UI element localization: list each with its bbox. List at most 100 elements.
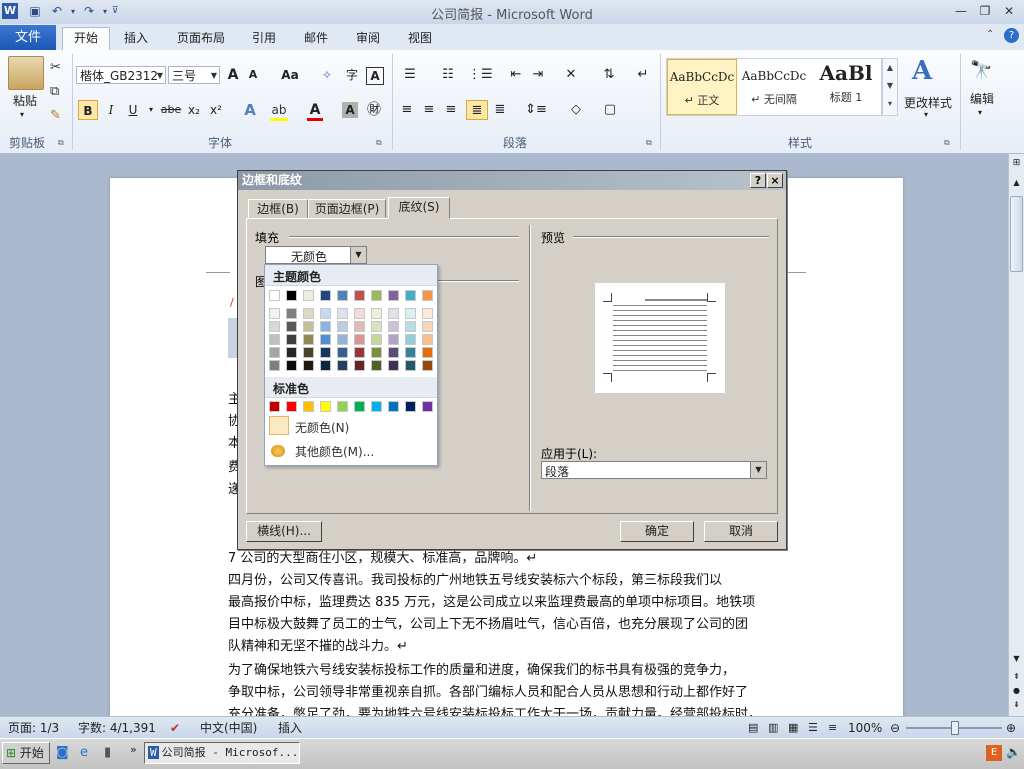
theme-shade-swatch[interactable] (303, 347, 314, 358)
bullets-icon[interactable]: ☰ (398, 65, 422, 85)
taskbar-word-task[interactable]: W 公司简报 - Microsof... (144, 742, 300, 764)
fill-color-dropdown[interactable]: 无颜色 ▼ (265, 246, 367, 264)
tab-shading[interactable]: 底纹(S) (388, 197, 450, 219)
theme-shade-swatch[interactable] (286, 334, 297, 345)
zoom-out-icon[interactable]: ⊖ (890, 720, 900, 736)
word-count[interactable]: 字数: 4/1,391 (78, 720, 156, 736)
ok-button[interactable]: 确定 (620, 521, 694, 542)
decrease-indent-icon[interactable]: ⇤ (506, 65, 526, 85)
standard-color-swatch[interactable] (286, 401, 297, 412)
theme-shade-swatch[interactable] (354, 308, 365, 319)
scroll-up-icon[interactable]: ▲ (1010, 178, 1023, 192)
theme-shade-swatch[interactable] (286, 360, 297, 371)
no-color-option[interactable]: 无颜色(N) (295, 419, 349, 436)
theme-shade-swatch[interactable] (422, 334, 433, 345)
numbering-icon[interactable]: ☷ (436, 65, 460, 85)
theme-shade-swatch[interactable] (388, 308, 399, 319)
standard-color-swatch[interactable] (371, 401, 382, 412)
theme-shade-swatch[interactable] (320, 308, 331, 319)
text-effects-icon[interactable]: A (240, 100, 260, 120)
paste-dropdown-icon[interactable]: ▾ (20, 110, 24, 119)
underline-button[interactable]: U (124, 100, 142, 120)
theme-shade-swatch[interactable] (303, 321, 314, 332)
theme-shade-swatch[interactable] (354, 360, 365, 371)
tab-references[interactable]: 引用 (246, 28, 282, 48)
theme-shade-swatch[interactable] (354, 321, 365, 332)
prev-page-icon[interactable]: ⇞ (1010, 672, 1023, 686)
char-border-button[interactable]: A (366, 67, 384, 85)
theme-shade-swatch[interactable] (269, 334, 280, 345)
theme-shade-swatch[interactable] (405, 308, 416, 319)
theme-shade-swatch[interactable] (422, 308, 433, 319)
theme-color-swatch[interactable] (337, 290, 348, 301)
tab-borders[interactable]: 边框(B) (248, 199, 308, 218)
superscript-button[interactable]: x² (206, 100, 226, 120)
minimize-icon[interactable]: — (950, 2, 972, 20)
align-center-icon[interactable]: ≡ (420, 100, 438, 120)
style-normal[interactable]: AaBbCcDc ↵ 正文 (667, 59, 737, 115)
tab-insert[interactable]: 插入 (116, 28, 156, 48)
tab-view[interactable]: 视图 (402, 28, 438, 48)
tab-page-layout[interactable]: 页面布局 (170, 28, 232, 48)
theme-shade-swatch[interactable] (320, 321, 331, 332)
volume-icon[interactable]: 🔈 (1006, 745, 1021, 759)
standard-color-swatch[interactable] (269, 401, 280, 412)
theme-shade-swatch[interactable] (337, 347, 348, 358)
scroll-down-icon[interactable]: ▼ (1010, 654, 1023, 668)
theme-shade-swatch[interactable] (422, 347, 433, 358)
proofing-icon[interactable]: ✔ (170, 720, 180, 736)
web-layout-icon[interactable]: ▦ (788, 720, 798, 736)
theme-shade-swatch[interactable] (405, 334, 416, 345)
cut-icon[interactable]: ✂ (50, 60, 61, 75)
ie-icon[interactable]: e (80, 745, 88, 760)
borders-icon[interactable]: ▢ (598, 100, 622, 120)
clipboard-launcher-icon[interactable]: ⧉ (58, 138, 64, 148)
shading-icon[interactable]: ◇ (564, 100, 588, 120)
outline-icon[interactable]: ☰ (808, 720, 818, 736)
binoculars-icon[interactable]: 🔭 (970, 60, 992, 81)
scroll-thumb[interactable] (1010, 196, 1023, 272)
standard-color-swatch[interactable] (405, 401, 416, 412)
standard-color-swatch[interactable] (337, 401, 348, 412)
multilevel-list-icon[interactable]: ⋮☰ (468, 65, 493, 85)
vertical-scrollbar[interactable]: ⊞ ▲ ▼ ⇞ ● ⇟ (1008, 154, 1024, 716)
theme-shade-swatch[interactable] (269, 360, 280, 371)
cancel-button[interactable]: 取消 (704, 521, 778, 542)
language-indicator[interactable]: 中文(中国) (200, 720, 257, 736)
enclose-char-icon[interactable]: ㊖ (364, 100, 384, 120)
theme-shade-swatch[interactable] (405, 360, 416, 371)
font-color-button[interactable]: A (306, 100, 324, 120)
more-colors-option[interactable]: 其他颜色(M)... (295, 443, 374, 460)
shrink-font-button[interactable]: A (244, 65, 262, 85)
theme-shade-swatch[interactable] (388, 360, 399, 371)
draft-icon[interactable]: ≡ (828, 720, 837, 736)
theme-shade-swatch[interactable] (337, 360, 348, 371)
horizontal-line-button[interactable]: 横线(H)... (246, 521, 322, 542)
help-icon[interactable]: ? (1004, 28, 1019, 43)
close-icon[interactable]: ✕ (998, 2, 1020, 20)
dialog-titlebar[interactable]: 边框和底纹 (238, 171, 786, 190)
start-button[interactable]: ⊞ 开始 (2, 742, 50, 764)
print-layout-icon[interactable]: ▤ (748, 720, 758, 736)
more-quicklaunch-icon[interactable]: » (130, 743, 137, 756)
page-count[interactable]: 页面: 1/3 (8, 720, 59, 736)
theme-shade-swatch[interactable] (337, 334, 348, 345)
change-case-button[interactable]: Aa (278, 65, 302, 85)
change-styles-icon[interactable]: A (912, 56, 932, 86)
tab-review[interactable]: 审阅 (350, 28, 386, 48)
copy-icon[interactable]: ⧉ (50, 84, 59, 99)
theme-shade-swatch[interactable] (303, 360, 314, 371)
insert-mode[interactable]: 插入 (278, 720, 302, 736)
theme-color-swatch[interactable] (320, 290, 331, 301)
theme-shade-swatch[interactable] (337, 308, 348, 319)
theme-shade-swatch[interactable] (354, 334, 365, 345)
zoom-level[interactable]: 100% (848, 720, 882, 736)
font-launcher-icon[interactable]: ⧉ (376, 138, 382, 148)
tab-file[interactable]: 文件 (0, 25, 56, 50)
standard-color-swatch[interactable] (422, 401, 433, 412)
subscript-button[interactable]: x₂ (184, 100, 204, 120)
zoom-in-icon[interactable]: ⊕ (1006, 720, 1016, 736)
media-icon[interactable]: ▮ (104, 745, 111, 760)
font-name-combo[interactable]: 楷体_GB2312 ▼ (76, 66, 166, 84)
tray-app-icon[interactable]: E (986, 745, 1002, 761)
